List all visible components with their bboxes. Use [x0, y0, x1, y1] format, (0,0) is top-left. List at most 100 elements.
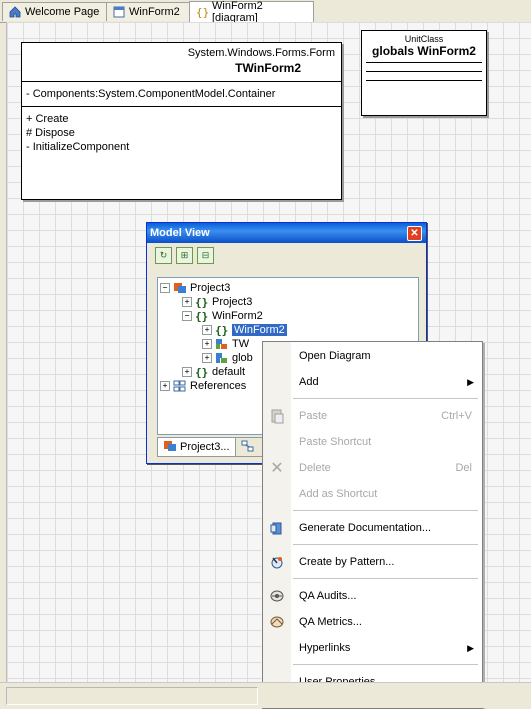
references-icon — [173, 380, 187, 392]
tree-node-label: WinForm2 — [232, 324, 287, 336]
submenu-arrow-icon: ▶ — [467, 642, 474, 653]
expand-icon[interactable]: + — [202, 325, 212, 335]
tree-node-references[interactable]: + References — [160, 379, 246, 393]
expand-all-icon[interactable]: ⊞ — [176, 246, 193, 264]
tree-node-label: glob — [232, 352, 253, 364]
namespace-icon: {} — [195, 366, 209, 379]
tree-node-label: Project3 — [212, 296, 253, 308]
model-view-bottom-tabs: Project3... — [157, 437, 264, 457]
window-title: Model View — [150, 227, 210, 239]
model-view-titlebar[interactable]: Model View ✕ — [147, 223, 426, 243]
menu-item-shortcut: Del — [455, 462, 472, 474]
class-box-globals-winform2[interactable]: UnitClass globals WinForm2 — [361, 30, 487, 116]
delete-icon: ✕ — [270, 460, 284, 477]
tab-project3[interactable]: Project3... — [157, 437, 236, 457]
project-icon — [163, 440, 177, 455]
qa-audits-icon — [269, 588, 285, 604]
menu-item-label: QA Audits... — [299, 590, 357, 602]
class-icon — [215, 338, 229, 350]
menu-item-label: Paste — [299, 410, 328, 422]
namespace-icon: {} — [195, 310, 209, 323]
menu-separator — [293, 510, 478, 511]
tab-winform2-diagram[interactable]: {} WinForm2 [diagram] — [189, 0, 314, 24]
qa-metrics-icon — [269, 614, 285, 630]
menu-item-add[interactable]: Add ▶ — [263, 370, 482, 394]
class-section-divider — [366, 71, 482, 80]
menu-separator — [293, 664, 478, 665]
tree-node-twinform2[interactable]: + TW — [202, 337, 249, 351]
class-stereotype: UnitClass — [404, 34, 444, 44]
svg-text:{}: {} — [195, 310, 208, 322]
class-section-divider — [366, 80, 482, 89]
class-method: - InitializeComponent — [26, 141, 130, 153]
tree-node-label: WinForm2 — [212, 310, 263, 322]
pattern-icon — [269, 554, 285, 570]
class-icon — [215, 352, 229, 364]
menu-item-qa-metrics[interactable]: QA Metrics... — [263, 610, 482, 634]
menu-item-create-by-pattern[interactable]: Create by Pattern... — [263, 550, 482, 574]
menu-item-label: Open Diagram — [299, 350, 371, 362]
menu-item-label: QA Metrics... — [299, 616, 362, 628]
menu-item-generate-documentation[interactable]: Generate Documentation... — [263, 516, 482, 540]
menu-item-paste-shortcut[interactable]: Paste Shortcut — [263, 430, 482, 454]
svg-text:{}: {} — [196, 6, 208, 18]
submenu-arrow-icon: ▶ — [467, 376, 474, 387]
tree-node-label: References — [190, 380, 247, 392]
documentation-icon — [269, 520, 285, 536]
tab-winform2[interactable]: WinForm2 — [106, 2, 190, 21]
tree-node-label: default — [212, 366, 246, 378]
tab-label: Project3... — [180, 441, 230, 453]
expand-icon[interactable]: + — [160, 381, 170, 391]
menu-item-label: Add — [299, 376, 319, 388]
collapse-icon[interactable]: − — [182, 311, 192, 321]
tree-node-globals[interactable]: + glob — [202, 351, 253, 365]
collapse-icon[interactable]: − — [160, 283, 170, 293]
form-icon — [113, 6, 125, 18]
class-name: TWinForm2 — [235, 61, 301, 75]
close-button[interactable]: ✕ — [407, 226, 422, 241]
expand-icon[interactable]: + — [182, 297, 192, 307]
refresh-icon[interactable]: ↻ — [155, 246, 172, 264]
menu-item-delete[interactable]: ✕ Delete Del — [263, 456, 482, 480]
collapse-all-icon[interactable]: ⊟ — [197, 246, 214, 264]
menu-separator — [293, 398, 478, 399]
namespace-icon: {} — [215, 324, 229, 337]
tab-second[interactable] — [235, 437, 264, 457]
menu-item-shortcut: Ctrl+V — [441, 410, 472, 422]
namespace-icon: {} — [195, 296, 209, 309]
expand-icon[interactable]: + — [202, 353, 212, 363]
menu-item-hyperlinks[interactable]: Hyperlinks ▶ — [263, 636, 482, 660]
tree-node-project3-root[interactable]: − Project3 — [160, 281, 230, 295]
menu-item-paste[interactable]: Paste Ctrl+V — [263, 404, 482, 428]
tab-label: Welcome Page — [25, 6, 100, 18]
tree-node-label: TW — [232, 338, 250, 350]
menu-item-add-as-shortcut[interactable]: Add as Shortcut — [263, 482, 482, 506]
tab-welcome-page[interactable]: Welcome Page — [2, 2, 107, 21]
diagram-icon: {} — [196, 6, 209, 19]
diagram-icon — [241, 440, 255, 455]
menu-separator — [293, 578, 478, 579]
expand-icon[interactable]: + — [202, 339, 212, 349]
svg-text:{}: {} — [195, 296, 208, 308]
class-method: + Create — [26, 113, 69, 125]
class-box-twinform2[interactable]: System.Windows.Forms.Form TWinForm2 - Co… — [21, 42, 342, 200]
svg-text:{}: {} — [195, 366, 208, 378]
menu-item-qa-audits[interactable]: QA Audits... — [263, 584, 482, 608]
menu-item-open-diagram[interactable]: Open Diagram — [263, 344, 482, 368]
menu-item-label: Paste Shortcut — [299, 436, 372, 448]
class-stereotype: System.Windows.Forms.Form — [187, 47, 335, 59]
svg-text:{}: {} — [215, 324, 228, 336]
home-icon — [9, 6, 21, 18]
menu-item-label: Delete — [299, 462, 331, 474]
class-methods-section: + Create # Dispose - InitializeComponent — [22, 106, 341, 175]
menu-separator — [293, 544, 478, 545]
class-field: - Components:System.ComponentModel.Conta… — [26, 88, 276, 100]
menu-item-label: Generate Documentation... — [299, 522, 432, 534]
tree-node-default[interactable]: + {} default — [182, 365, 245, 379]
tree-node-winform2-selected[interactable]: + {} WinForm2 — [202, 323, 287, 337]
tree-node-project3[interactable]: + {} Project3 — [182, 295, 252, 309]
class-section-divider — [366, 62, 482, 71]
expand-icon[interactable]: + — [182, 367, 192, 377]
tab-label: WinForm2 [diagram] — [212, 0, 263, 24]
tree-node-winform2-namespace[interactable]: − {} WinForm2 — [182, 309, 263, 323]
